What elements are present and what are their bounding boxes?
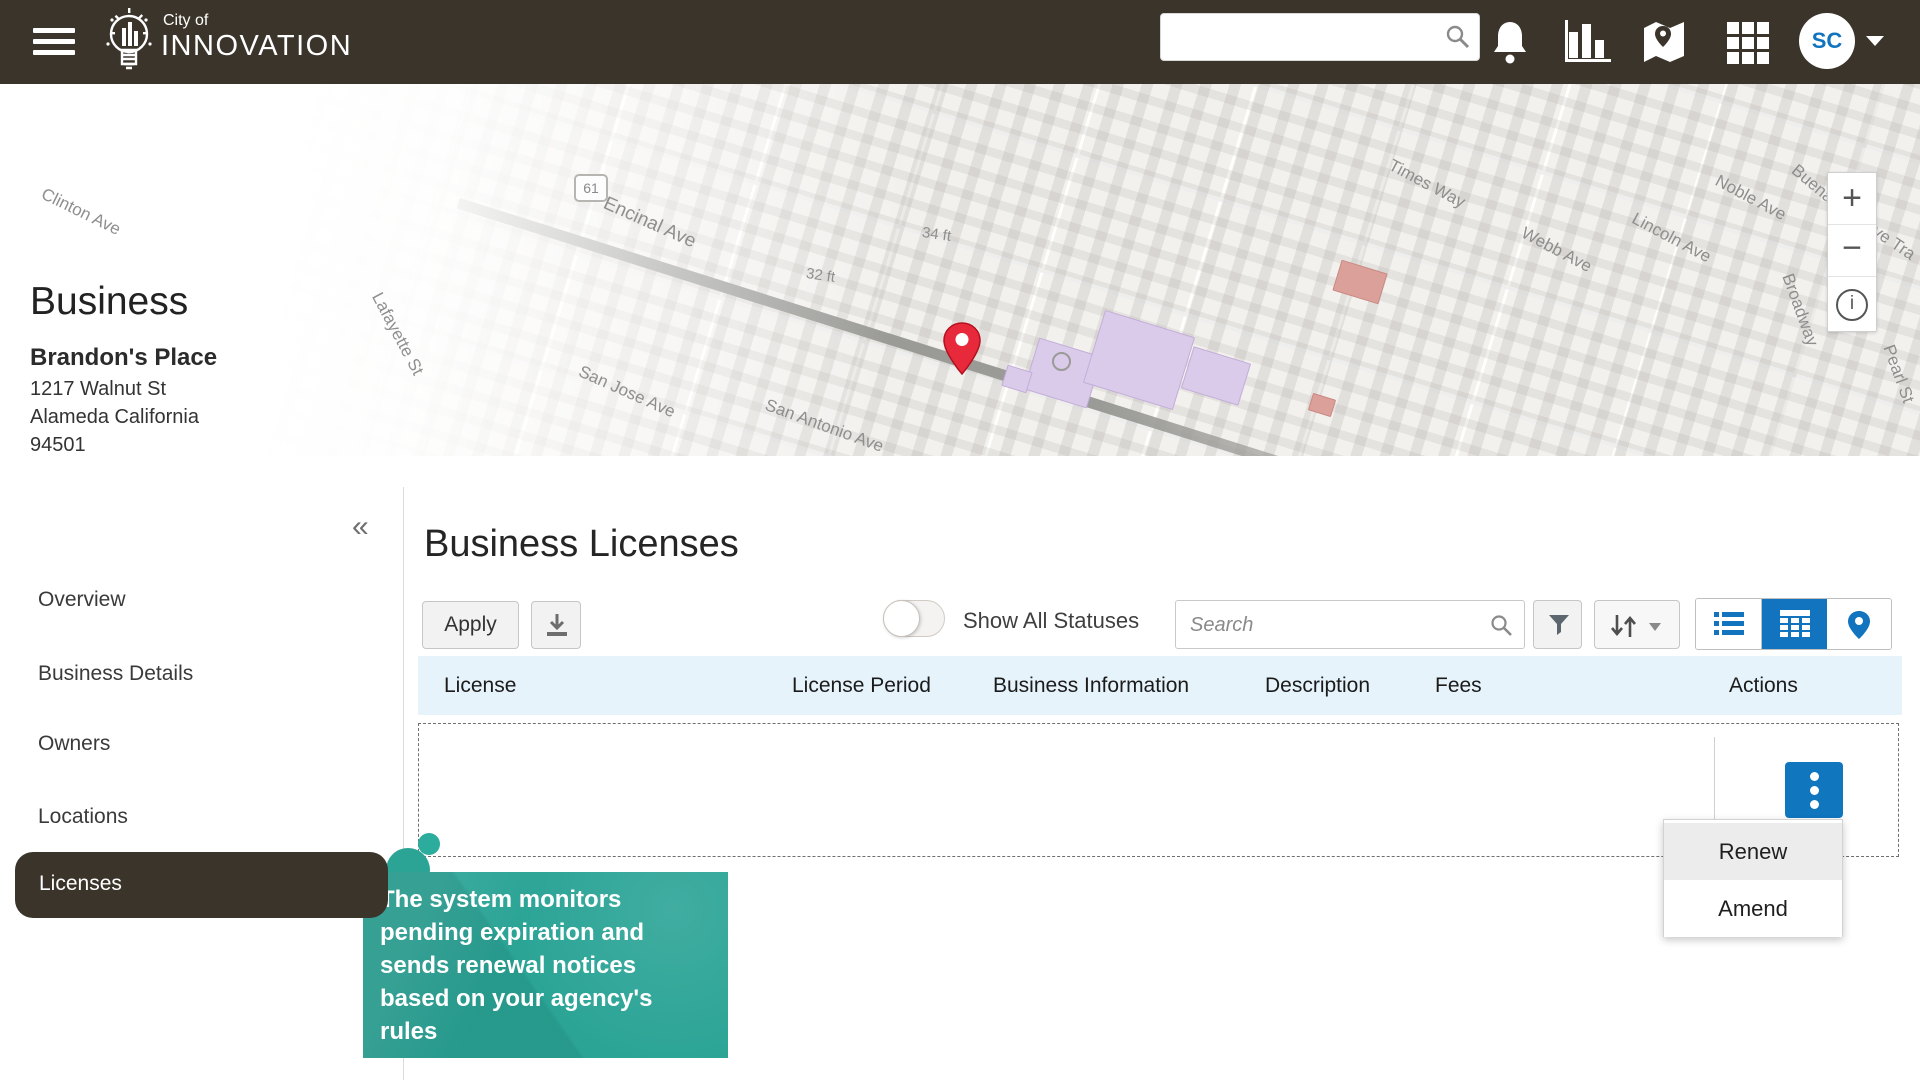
sidebar-item-licenses-label: Licenses [39,872,122,896]
show-all-statuses-toggle[interactable] [883,600,945,637]
download-icon [544,612,570,638]
menu-item-amend[interactable]: Amend [1664,880,1842,937]
hamburger-menu-icon[interactable] [33,28,75,56]
business-address-line2: Alameda California [30,406,199,429]
page-title: Business [30,280,188,324]
business-name: Brandon's Place [30,344,217,372]
user-menu-caret-icon[interactable] [1866,36,1884,46]
apply-button[interactable]: Apply [422,601,519,649]
tooltip-anchor-dot [418,833,440,855]
kebab-dot [1810,786,1819,795]
map-view-button[interactable] [1827,599,1892,649]
col-license-period[interactable]: License Period [792,674,931,698]
licenses-search-box [1175,600,1525,649]
sort-button[interactable] [1594,600,1680,649]
search-icon[interactable] [1490,614,1514,638]
view-switcher [1695,598,1892,650]
search-icon[interactable] [1445,24,1471,50]
location-pin-icon[interactable] [942,322,982,376]
list-view-button[interactable] [1696,599,1761,649]
col-description[interactable]: Description [1265,674,1370,698]
sidebar-collapse-icon[interactable]: « [352,510,369,544]
avatar-initials: SC [1812,28,1843,53]
business-zip: 94501 [30,434,86,456]
download-button[interactable] [531,601,581,649]
brand-innovation-label: INNOVATION [161,30,352,63]
panel-title: Business Licenses [424,523,739,566]
renewal-tooltip-text: The system monitors pending expiration a… [380,883,710,1048]
page: City of INNOVATION [0,0,1920,1080]
filter-button[interactable] [1533,600,1582,649]
sidebar-item-business-details[interactable]: Business Details [38,662,193,686]
app-grid-icon[interactable] [1725,20,1771,66]
filter-funnel-icon [1547,613,1571,637]
top-header-bar: City of INNOVATION [0,0,1920,84]
col-fees[interactable]: Fees [1435,674,1482,698]
map-banner[interactable]: Clinton AveEncinal Ave34 ft32 ftLafayett… [0,84,1920,456]
sidebar-item-locations[interactable]: Locations [38,805,128,829]
show-all-statuses-label: Show All Statuses [963,608,1139,634]
map-zoom-control: + − i [1827,172,1877,332]
list-view-icon [1714,610,1744,638]
col-actions[interactable]: Actions [1729,674,1798,698]
city-logo-lightbulb-icon [96,6,162,80]
sidebar-item-overview[interactable]: Overview [38,588,126,612]
business-address-line1: 1217 Walnut St [30,378,166,401]
col-license[interactable]: License [444,674,516,698]
map-info-button[interactable]: i [1828,277,1876,329]
menu-item-renew[interactable]: Renew [1664,823,1842,880]
zoom-out-button[interactable]: − [1828,225,1876,277]
sidebar-item-owners[interactable]: Owners [38,732,110,756]
map-pin-view-icon [1845,610,1873,640]
global-search-box [1160,13,1480,61]
map-icon[interactable] [1640,18,1690,66]
actions-cell-divider [1714,737,1715,821]
sort-arrows-icon [1609,613,1667,639]
renewal-tooltip: The system monitors pending expiration a… [363,872,728,1058]
route-shield: 61 [574,174,608,202]
toggle-knob [883,600,920,637]
row-actions-menu: Renew Amend [1663,819,1843,937]
map-circle-marker [1052,352,1071,371]
kebab-dot [1810,800,1819,809]
licenses-search-input[interactable] [1188,609,1482,641]
col-business-information[interactable]: Business Information [993,674,1189,698]
reports-bar-chart-icon[interactable] [1563,18,1615,66]
sidebar-item-licenses[interactable]: Licenses [15,852,388,918]
user-avatar[interactable]: SC [1799,13,1855,69]
brand-city-of-label: City of [163,12,208,30]
kebab-dot [1810,772,1819,781]
map-white-fade-overlay [0,84,1920,456]
row-actions-kebab-button[interactable] [1785,762,1843,818]
global-search-input[interactable] [1169,18,1443,56]
grid-view-button[interactable] [1761,599,1828,649]
table-header-row: License License Period Business Informat… [418,656,1902,715]
notifications-bell-icon[interactable] [1490,18,1530,66]
grid-view-icon [1780,610,1810,638]
zoom-in-button[interactable]: + [1828,173,1876,225]
